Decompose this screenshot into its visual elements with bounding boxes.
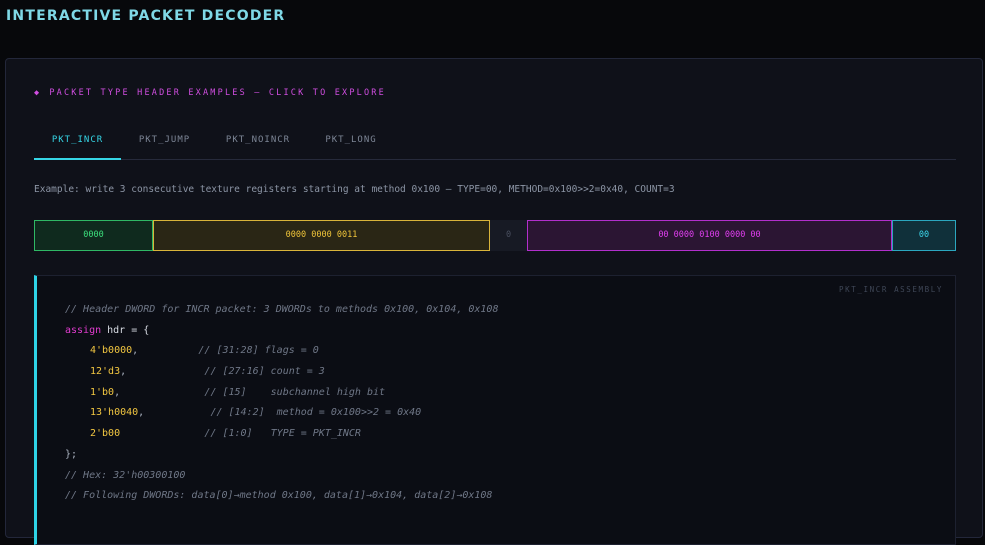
assembly-code-block: PKT_INCR ASSEMBLY // Header DWORD for IN… <box>34 275 956 545</box>
code-field-line: 13'h0040, // [14:2] method = 0x100>>2 = … <box>65 403 498 424</box>
code-field-pad <box>138 345 198 356</box>
code-field-value: 2'b00 <box>90 428 121 440</box>
diamond-icon: ◆ <box>34 88 42 98</box>
packet-examples-panel: ◆ PACKET TYPE HEADER EXAMPLES — CLICK TO … <box>5 58 983 545</box>
code-field-value: 4'b0000 <box>90 345 133 357</box>
section-heading-label: PACKET TYPE HEADER EXAMPLES — CLICK TO E… <box>49 88 386 98</box>
bitfield-type[interactable]: 00 <box>892 220 956 251</box>
code-field-line: 4'b0000, // [31:28] flags = 0 <box>65 341 498 362</box>
tab-pkt-incr[interactable]: PKT_INCR <box>34 121 121 160</box>
tab-pkt-long[interactable]: PKT_LONG <box>308 121 394 158</box>
app-title: INTERACTIVE PACKET DECODER <box>6 8 286 24</box>
code-field-value: 13'h0040 <box>90 407 139 419</box>
code-field-line: 2'b00 // [1:0] TYPE = PKT_INCR <box>65 424 498 445</box>
code-caption: PKT_INCR ASSEMBLY <box>839 285 943 294</box>
code-assign-line: assign hdr = { <box>65 321 498 342</box>
example-description: Example: write 3 consecutive texture reg… <box>34 184 675 195</box>
code-keyword: assign <box>65 324 102 336</box>
tab-pkt-noincr[interactable]: PKT_NOINCR <box>208 121 308 158</box>
code-field-comment: // [14:2] method = 0x100>>2 = 0x40 <box>210 407 422 419</box>
packet-type-tabs: PKT_INCR PKT_JUMP PKT_NOINCR PKT_LONG <box>34 121 956 160</box>
header-bitfield: 0000 0000 0000 0011 0 00 0000 0100 0000 … <box>34 220 956 251</box>
code-field-comment: // [1:0] TYPE = PKT_INCR <box>204 428 361 440</box>
bitfield-count[interactable]: 0000 0000 0011 <box>153 220 490 251</box>
code-comment-header: // Header DWORD for INCR packet: 3 DWORD… <box>65 304 499 315</box>
code-field-comment: // [31:28] flags = 0 <box>198 345 319 357</box>
code-assign-rest: hdr = { <box>101 324 150 336</box>
code-field-pad <box>126 366 204 377</box>
code-close-line: }; <box>65 448 78 460</box>
bitfield-flags[interactable]: 0000 <box>34 220 153 251</box>
code-field-comment: // [15] subchannel high bit <box>204 386 386 398</box>
code-comment-following: // Following DWORDs: data[0]→method 0x10… <box>65 490 493 502</box>
code-field-pad <box>144 407 210 418</box>
code-field-comment: // [27:16] count = 3 <box>204 366 325 378</box>
code-field-pad <box>120 428 204 439</box>
code-comment-hex: // Hex: 32'h00300100 <box>65 469 186 481</box>
code-field-value: 1'b0 <box>90 386 115 398</box>
bitfield-subchannel[interactable]: 0 <box>490 220 527 251</box>
code-field-line: 12'd3, // [27:16] count = 3 <box>65 362 498 383</box>
code-field-value: 12'd3 <box>90 366 121 378</box>
code-field-pad <box>120 387 204 398</box>
bitfield-method[interactable]: 00 0000 0100 0000 00 <box>527 220 892 251</box>
section-heading: ◆ PACKET TYPE HEADER EXAMPLES — CLICK TO … <box>34 88 386 98</box>
code-field-line: 1'b0, // [15] subchannel high bit <box>65 383 498 404</box>
code-lines: // Header DWORD for INCR packet: 3 DWORD… <box>65 300 498 507</box>
tab-pkt-jump[interactable]: PKT_JUMP <box>121 121 208 158</box>
